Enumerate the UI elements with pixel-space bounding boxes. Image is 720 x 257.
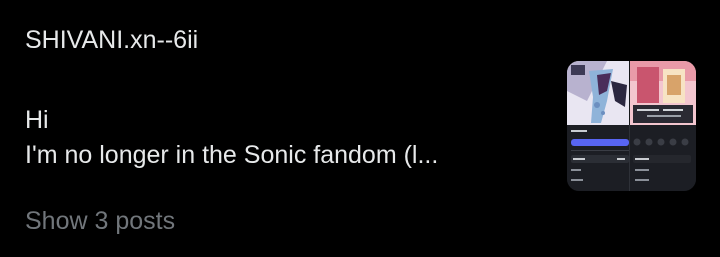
post-text-line-1: Hi (25, 106, 49, 134)
preview-ui-text (635, 179, 649, 181)
artwork-caption-line (637, 109, 659, 111)
preview-ui-text (571, 169, 581, 171)
artwork-shape (571, 65, 585, 75)
preview-ui-text (571, 179, 583, 181)
artwork-caption-line (647, 115, 681, 117)
preview-ui-dot (645, 138, 653, 146)
show-posts-link[interactable]: Show 3 posts (25, 205, 175, 237)
post-text: Hi I'm no longer in the Sonic fandom (l.… (25, 103, 555, 173)
post-text-line-2: I'm no longer in the Sonic fandom (l... (25, 141, 439, 169)
preview-ui-dot (681, 138, 689, 146)
media-thumbnail[interactable] (567, 61, 696, 191)
artwork-detail (667, 75, 681, 95)
preview-ui-text (617, 158, 625, 160)
preview-ui-divider (629, 125, 630, 191)
post-card[interactable]: SHIVANI.xn--6ii Hi I'm no longer in the … (0, 0, 720, 257)
preview-ui-text (635, 158, 649, 160)
preview-ui-button (571, 139, 629, 146)
preview-ui-dot (669, 138, 677, 146)
media-preview-icon (567, 61, 696, 191)
artwork-detail (601, 111, 605, 115)
preview-ui-divider (571, 150, 629, 151)
artwork-caption-line (663, 109, 683, 111)
preview-ui-text (571, 130, 587, 132)
artwork-detail (594, 102, 600, 108)
artwork-figure (637, 67, 659, 103)
preview-ui-text (573, 158, 585, 160)
artwork-caption-bg (633, 105, 693, 123)
preview-ui-dot (633, 138, 641, 146)
preview-ui-dot (657, 138, 665, 146)
author-name[interactable]: SHIVANI.xn--6ii (25, 24, 198, 56)
preview-ui-text (635, 169, 649, 171)
